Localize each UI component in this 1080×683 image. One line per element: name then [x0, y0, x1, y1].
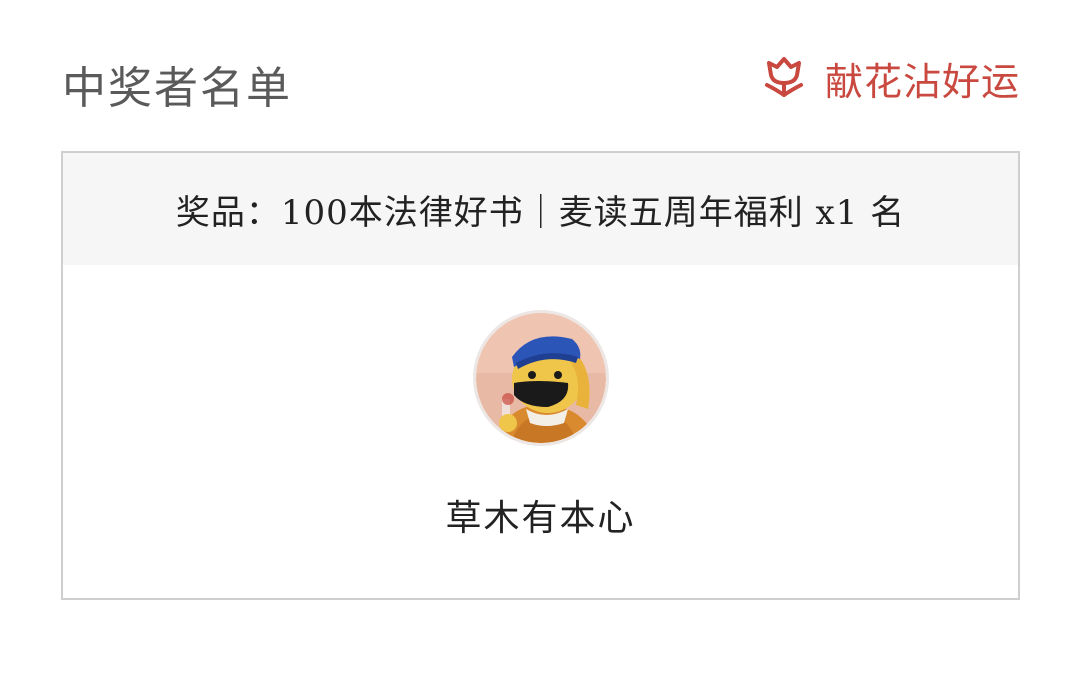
page-title: 中奖者名单 — [62, 63, 292, 114]
header: 中奖者名单 献花沾好运 — [62, 46, 1020, 114]
prize-band: 奖品：100本法律好书｜麦读五周年福利 x1 名 — [63, 153, 1018, 265]
flower-link[interactable]: 献花沾好运 — [761, 50, 1020, 106]
avatar[interactable] — [473, 310, 609, 446]
flower-icon — [761, 55, 807, 101]
prize-text: 奖品：100本法律好书｜麦读五周年福利 x1 名 — [175, 192, 906, 233]
winner-card: 奖品：100本法律好书｜麦读五周年福利 x1 名 草木有本心 — [61, 151, 1020, 600]
avatar-illustration — [476, 313, 606, 443]
winner-name: 草木有本心 — [445, 498, 636, 539]
flower-link-label: 献花沾好运 — [824, 59, 1020, 104]
